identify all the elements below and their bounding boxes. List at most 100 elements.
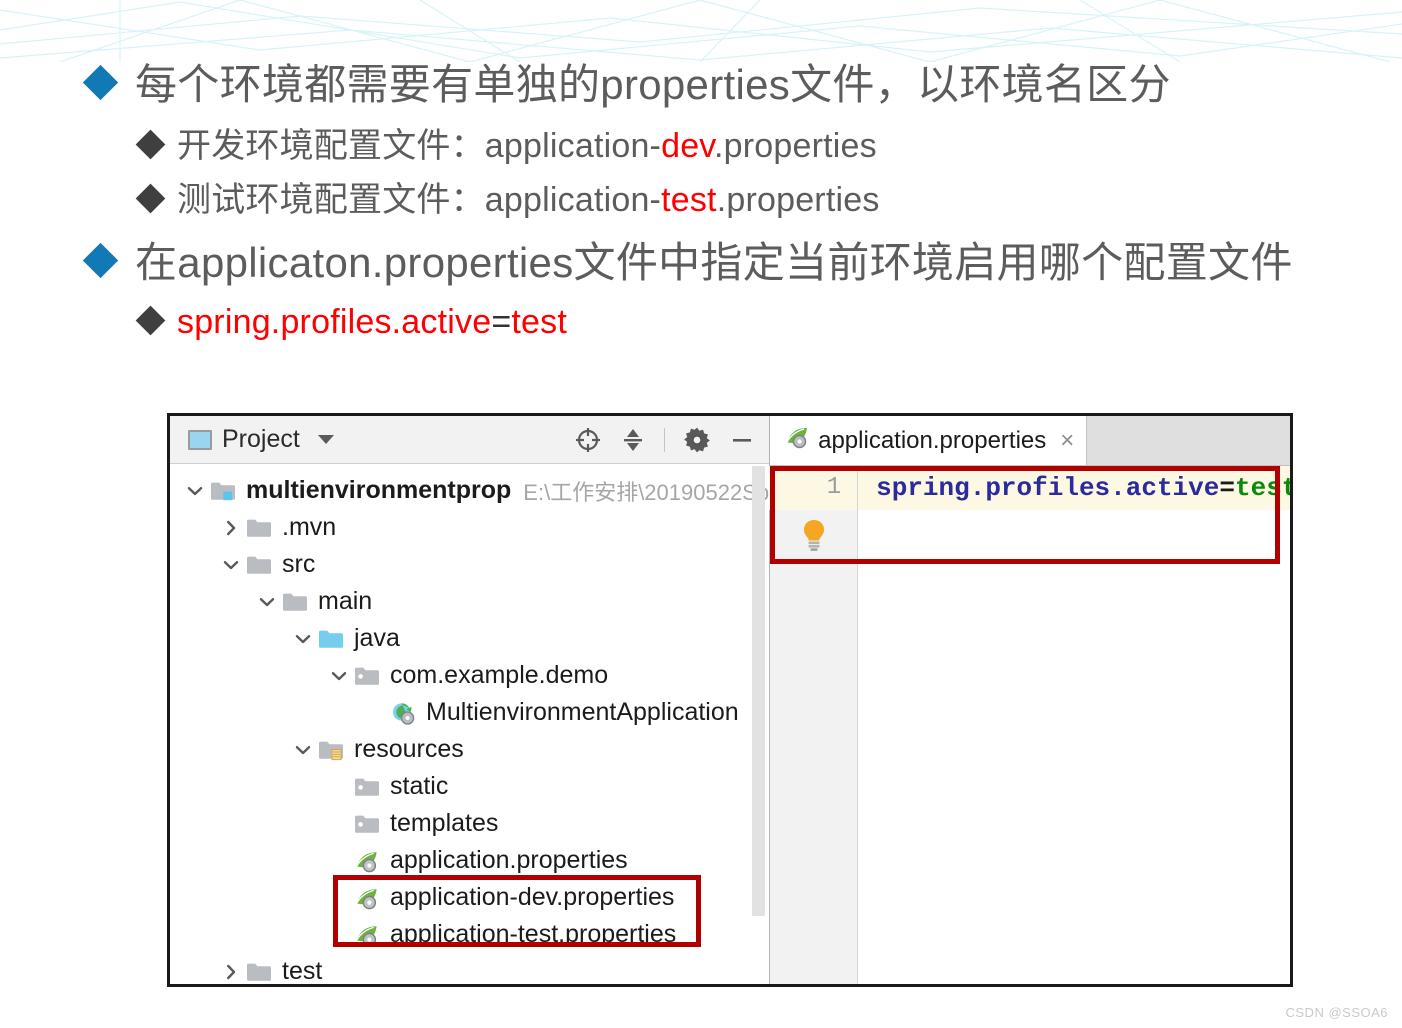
spring-leaf-icon bbox=[354, 923, 380, 947]
chevron-right-icon[interactable] bbox=[220, 517, 242, 539]
ide-screenshot: Project multienvironmentprop E:\工作安排\201… bbox=[167, 413, 1293, 987]
gear-icon[interactable] bbox=[683, 426, 711, 454]
bullet-list: 每个环境都需要有单独的properties文件，以环境名区分 开发环境配置文件：… bbox=[0, 54, 1402, 348]
bullet-diamond-icon bbox=[135, 305, 166, 336]
editor-gutter[interactable]: 1 bbox=[769, 466, 859, 984]
package-icon bbox=[354, 775, 380, 799]
project-tool-window: Project multienvironmentprop E:\工作安排\201… bbox=[170, 416, 771, 984]
source-folder-icon bbox=[318, 627, 344, 651]
tree-node[interactable]: static bbox=[170, 768, 769, 805]
spring-leaf-icon bbox=[784, 425, 810, 456]
tree-node[interactable]: application.properties bbox=[170, 842, 769, 879]
line-number: 1 bbox=[769, 466, 858, 510]
bullet-text-3-prefix: 测试环境配置文件：application- bbox=[177, 181, 662, 219]
collapse-all-icon[interactable] bbox=[620, 426, 646, 454]
tree-node[interactable]: resources bbox=[170, 731, 769, 768]
code-lines[interactable]: spring.profiles.active=test bbox=[858, 466, 1293, 984]
package-icon bbox=[354, 664, 380, 688]
code-area[interactable]: 1 spring.profiles.active=test bbox=[769, 466, 1293, 984]
chevron-down-icon[interactable] bbox=[256, 591, 278, 613]
project-file-tree[interactable]: multienvironmentprop E:\工作安排\20190522Sp .m… bbox=[170, 464, 770, 984]
bullet-text-2-accent: dev bbox=[661, 127, 714, 165]
locate-target-icon[interactable] bbox=[574, 426, 602, 454]
code-equals-sign: = bbox=[1219, 473, 1235, 503]
spring-leaf-icon bbox=[354, 886, 380, 910]
lightbulb-icon[interactable] bbox=[798, 518, 830, 557]
chevron-down-icon[interactable] bbox=[184, 480, 206, 502]
tree-node[interactable]: multienvironmentprop E:\工作安排\20190522Sp bbox=[170, 472, 769, 509]
tree-node-label: resources bbox=[354, 735, 464, 763]
project-panel-title: Project bbox=[222, 425, 300, 453]
editor-tab-bar-empty-space bbox=[1087, 416, 1290, 465]
toolbar-divider bbox=[664, 427, 666, 452]
chevron-down-icon[interactable] bbox=[292, 628, 314, 650]
tree-node[interactable]: src bbox=[170, 546, 769, 583]
project-panel-scrollbar[interactable] bbox=[752, 466, 766, 916]
chevron-down-icon[interactable] bbox=[220, 554, 242, 576]
decorative-mesh-graphic bbox=[0, 0, 1402, 62]
project-panel-title-group[interactable]: Project bbox=[188, 425, 334, 454]
bullet-text-5-equals: = bbox=[491, 303, 512, 341]
tree-node[interactable]: java bbox=[170, 620, 769, 657]
tree-node-label: application.properties bbox=[390, 846, 628, 874]
tree-node-label: MultienvironmentApplication bbox=[426, 698, 739, 726]
tree-node-label: multienvironmentprop bbox=[246, 476, 512, 504]
tree-node-label: com.example.demo bbox=[390, 661, 609, 689]
bullet-row-5: spring.profiles.active=test bbox=[0, 296, 1402, 348]
bullet-diamond-icon bbox=[135, 129, 166, 160]
tree-node[interactable]: MultienvironmentApplication bbox=[170, 694, 769, 731]
minimize-icon[interactable] bbox=[729, 426, 755, 454]
folder-icon bbox=[246, 516, 272, 540]
bullet-row-3: 测试环境配置文件：application-test.properties bbox=[0, 174, 1402, 226]
tree-node-label: application-test.properties bbox=[390, 920, 677, 948]
bullet-text-3-suffix: .properties bbox=[716, 181, 880, 219]
editor-tab-label: application.properties bbox=[818, 426, 1047, 454]
tree-node-path-hint: E:\工作安排\20190522Sp bbox=[523, 479, 770, 505]
bullet-row-2: 开发环境配置文件：application-dev.properties bbox=[0, 120, 1402, 172]
chevron-right-icon[interactable] bbox=[220, 961, 242, 983]
tree-node-label: src bbox=[282, 550, 316, 578]
bullet-text-2-prefix: 开发环境配置文件：application- bbox=[177, 127, 662, 165]
bullet-row-1: 每个环境都需要有单独的properties文件，以环境名区分 bbox=[0, 54, 1402, 116]
tree-node-label: application-dev.properties bbox=[390, 883, 675, 911]
tree-node-label: static bbox=[390, 772, 449, 800]
tree-node[interactable]: templates bbox=[170, 805, 769, 842]
spring-class-icon bbox=[390, 701, 416, 725]
bullet-diamond-icon bbox=[82, 242, 119, 279]
tree-node[interactable]: com.example.demo bbox=[170, 657, 769, 694]
chevron-down-icon[interactable] bbox=[292, 739, 314, 761]
project-panel-toolbar bbox=[574, 426, 755, 454]
slide-root: 每个环境都需要有单独的properties文件，以环境名区分 开发环境配置文件：… bbox=[0, 0, 1402, 1028]
tree-node-label: .mvn bbox=[282, 513, 337, 541]
bullet-text-2-suffix: .properties bbox=[714, 127, 877, 165]
close-icon[interactable]: × bbox=[1060, 427, 1074, 455]
code-line-1[interactable]: spring.profiles.active=test bbox=[858, 466, 1293, 510]
project-panel-header: Project bbox=[170, 416, 770, 464]
tree-node-label: test bbox=[282, 957, 323, 984]
bullet-text-3-accent: test bbox=[661, 181, 717, 219]
bullet-text-5-key: spring.profiles.active bbox=[177, 303, 492, 341]
tree-node[interactable]: application-test.properties bbox=[170, 916, 769, 953]
tree-node-label: templates bbox=[390, 809, 499, 837]
bullet-text-1: 每个环境都需要有单独的properties文件，以环境名区分 bbox=[135, 61, 1171, 108]
tree-node[interactable]: .mvn bbox=[170, 509, 769, 546]
module-folder-icon bbox=[210, 479, 236, 503]
folder-icon bbox=[246, 960, 272, 984]
bullet-text-5: spring.profiles.active=test bbox=[177, 296, 567, 348]
bullet-row-4: 在applicaton.properties文件中指定当前环境启用哪个配置文件 bbox=[0, 232, 1402, 294]
code-property-key: spring.profiles.active bbox=[876, 473, 1220, 503]
editor-tab-application-properties[interactable]: application.properties × bbox=[770, 416, 1088, 465]
tree-node[interactable]: test bbox=[170, 953, 769, 984]
spring-leaf-icon bbox=[354, 849, 380, 873]
resources-folder-icon bbox=[318, 738, 344, 762]
tree-node[interactable]: application-dev.properties bbox=[170, 879, 769, 916]
tree-node-label: java bbox=[354, 624, 400, 652]
folder-icon bbox=[246, 553, 272, 577]
folder-icon bbox=[282, 590, 308, 614]
chevron-down-icon[interactable] bbox=[328, 665, 350, 687]
bullet-diamond-icon bbox=[82, 64, 119, 101]
code-property-value: test bbox=[1234, 473, 1293, 503]
tree-node[interactable]: main bbox=[170, 583, 769, 620]
chevron-down-icon[interactable] bbox=[317, 435, 334, 444]
watermark: CSDN @SSOA6 bbox=[1285, 1005, 1388, 1020]
